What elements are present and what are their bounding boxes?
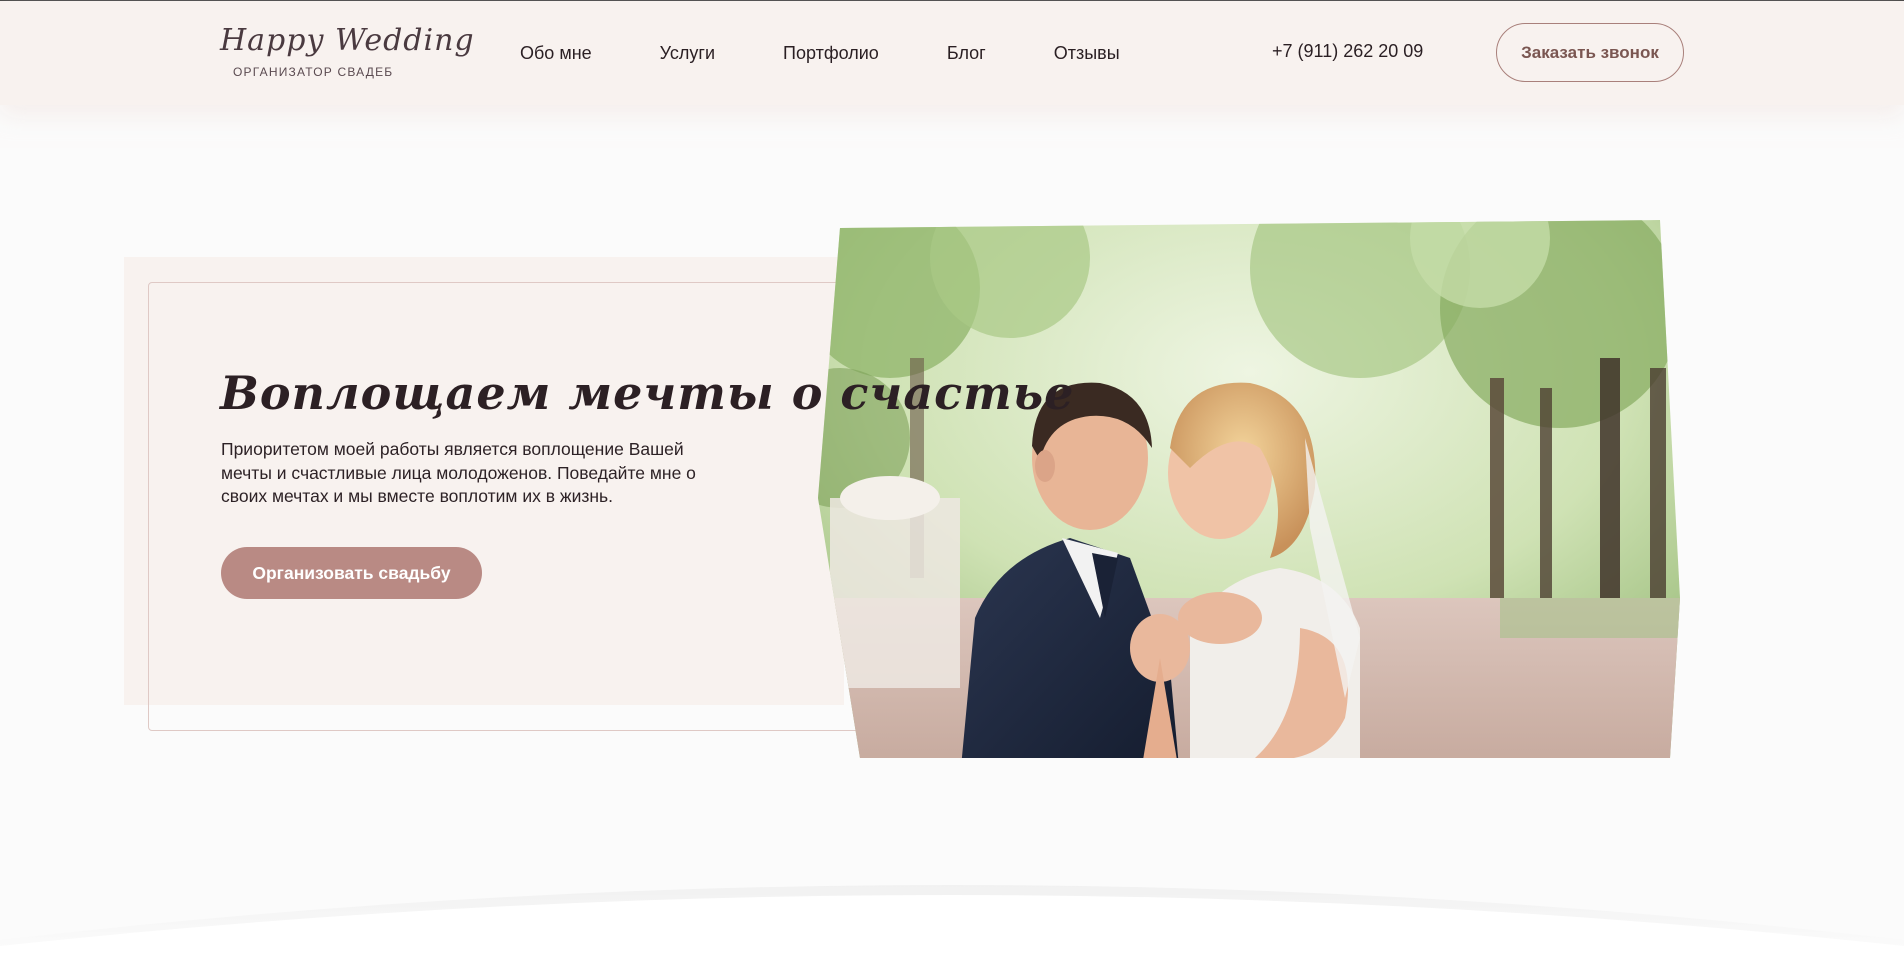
logo-subtitle: ОРГАНИЗАТОР СВАДЕБ (233, 65, 394, 79)
callback-button[interactable]: Заказать звонок (1496, 23, 1684, 82)
hero-photo (800, 198, 1700, 778)
nav-item-blog[interactable]: Блог (947, 43, 986, 64)
logo[interactable]: Happy Wedding ОРГАНИЗАТОР СВАДЕБ (220, 23, 474, 85)
phone-number[interactable]: +7 (911) 262 20 09 (1272, 41, 1423, 62)
main-nav: Обо мне Услуги Портфолио Блог Отзывы (520, 43, 1188, 64)
nav-item-reviews[interactable]: Отзывы (1054, 43, 1120, 64)
nav-item-services[interactable]: Услуги (660, 43, 715, 64)
logo-script-text: Happy Wedding (220, 23, 475, 58)
hero-description: Приоритетом моей работы является воплоще… (221, 439, 696, 506)
site-header: Happy Wedding ОРГАНИЗАТОР СВАДЕБ Обо мне… (0, 1, 1904, 105)
nav-item-portfolio[interactable]: Портфолио (783, 43, 879, 64)
bottom-wave-divider (0, 850, 1904, 972)
nav-item-about[interactable]: Обо мне (520, 43, 592, 64)
organize-wedding-button[interactable]: Организовать свадьбу (221, 547, 482, 599)
hero-title: Воплощаем мечты о счастье (220, 366, 1075, 420)
